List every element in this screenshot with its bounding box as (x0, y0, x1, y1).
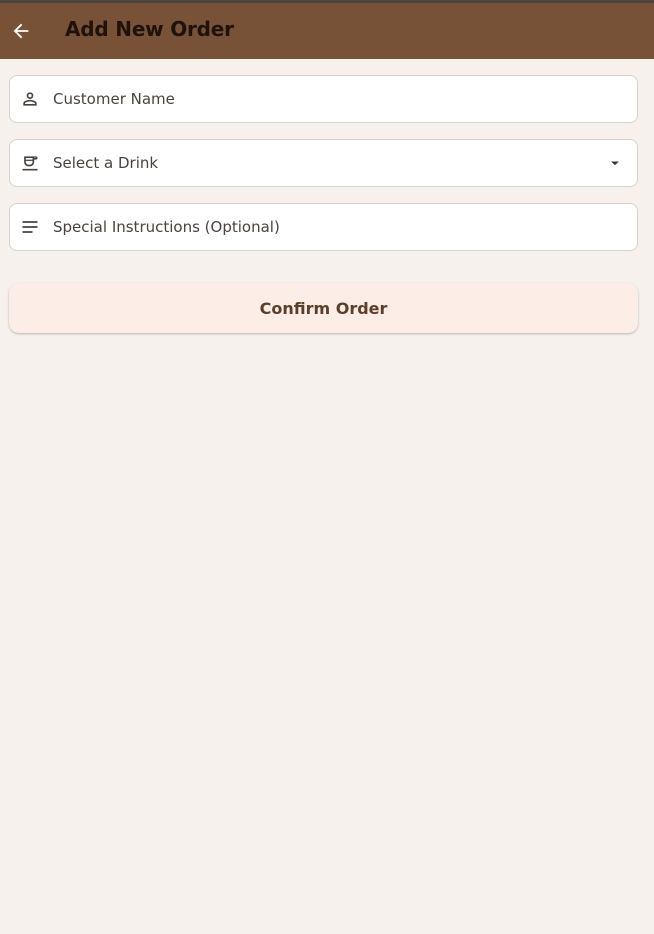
drink-select-placeholder: Select a Drink (53, 154, 159, 172)
back-button[interactable] (6, 16, 36, 46)
customer-name-field[interactable]: Customer Name (9, 75, 638, 123)
confirm-order-button[interactable]: Confirm Order (9, 283, 638, 333)
notes-icon (19, 216, 41, 238)
person-icon (19, 88, 41, 110)
app-bar: Add New Order (0, 3, 654, 59)
coffee-cup-icon (19, 152, 41, 174)
caret-down-icon[interactable] (607, 155, 623, 171)
special-instructions-field[interactable]: Special Instructions (Optional) (9, 203, 638, 251)
drink-select[interactable]: Select a Drink (9, 139, 638, 187)
special-instructions-placeholder: Special Instructions (Optional) (53, 218, 280, 236)
customer-name-placeholder: Customer Name (53, 90, 175, 108)
arrow-left-icon (13, 23, 29, 39)
page-title: Add New Order (65, 17, 234, 41)
